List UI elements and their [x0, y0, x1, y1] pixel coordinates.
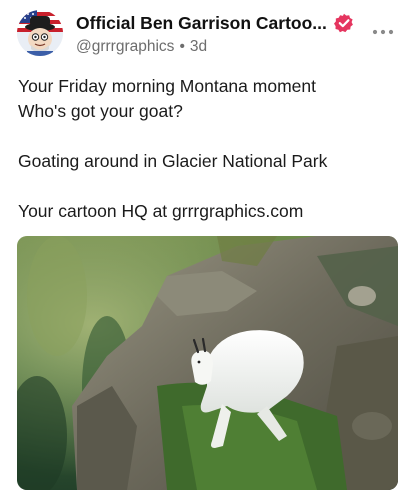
post-body-line: Your cartoon HQ at grrrgraphics.com	[18, 201, 304, 221]
post-body-line: Your Friday morning Montana moment	[18, 76, 316, 96]
post-body-blank-line	[18, 124, 398, 149]
post-card: Official Ben Garrison Cartoo... @grrrgra…	[0, 0, 415, 500]
cartoon-avatar-icon	[17, 10, 63, 56]
verified-badge-icon	[333, 13, 354, 33]
author-name-row: Official Ben Garrison Cartoo...	[76, 12, 366, 34]
post-body: Your Friday morning Montana moment Who's…	[18, 74, 398, 224]
more-options-icon	[372, 29, 394, 35]
post-body-line: Who's got your goat?	[18, 101, 183, 121]
mountain-goat-photo	[17, 236, 398, 490]
author-block: Official Ben Garrison Cartoo... @grrrgra…	[76, 12, 366, 57]
post-photo[interactable]	[17, 236, 398, 490]
meta-separator: •	[179, 38, 185, 55]
author-avatar[interactable]	[17, 10, 63, 56]
author-handle[interactable]: @grrrgraphics	[76, 38, 174, 56]
author-meta-row: @grrrgraphics • 3d	[76, 37, 366, 57]
post-body-blank-line	[18, 174, 398, 199]
author-display-name[interactable]: Official Ben Garrison Cartoo...	[76, 13, 327, 34]
more-options-button[interactable]	[368, 22, 398, 42]
post-age[interactable]: 3d	[190, 38, 207, 56]
post-body-line: Goating around in Glacier National Park	[18, 151, 328, 171]
